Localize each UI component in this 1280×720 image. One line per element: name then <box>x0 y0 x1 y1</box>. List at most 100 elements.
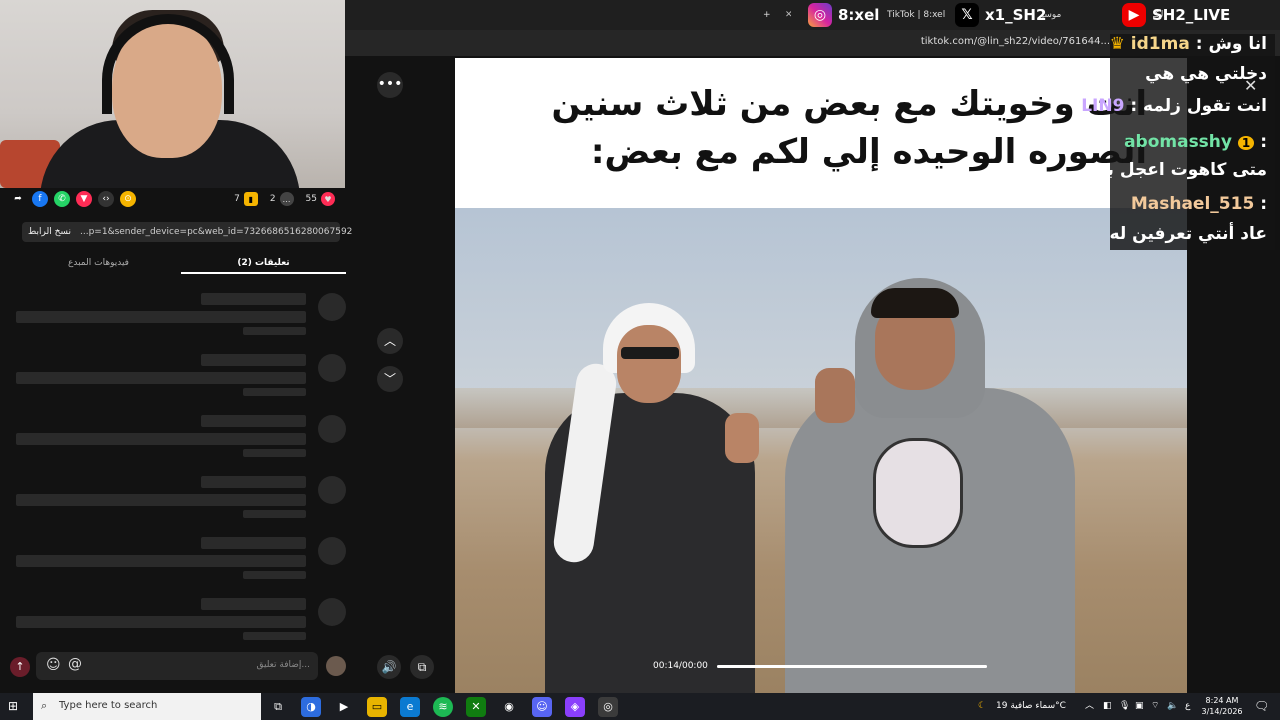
emoji-icon[interactable]: ☺ <box>46 657 61 673</box>
mention-icon[interactable]: @ <box>68 656 82 672</box>
share-icon[interactable]: ➦ <box>10 191 26 207</box>
caption-line-1: انت وخويتك مع بعض من ثلاث سنين <box>551 84 1148 124</box>
volume-button[interactable]: 🔊 <box>377 655 401 679</box>
taskbar-search[interactable]: ⌕ Type here to search <box>33 693 261 720</box>
tab-creator-videos[interactable]: فيديوهات المبدع <box>16 254 181 272</box>
mic-icon[interactable]: 🎙 <box>1119 693 1130 720</box>
spotify-icon[interactable]: ≋ <box>433 697 453 717</box>
app-icon[interactable]: ◈ <box>565 697 585 717</box>
video-caption: انت وخويتك مع بعض من ثلاث سنين الصوره ال… <box>455 58 1187 208</box>
person-right <box>785 278 1075 693</box>
x-handle: 𝕏 x1_SH2 <box>955 2 1046 28</box>
language-indicator[interactable]: ع <box>1185 693 1190 720</box>
task-view-icon[interactable]: ⧉ <box>268 697 288 717</box>
more-options-button[interactable]: ••• <box>377 72 403 98</box>
previous-video-button[interactable]: ︿ <box>377 328 403 354</box>
volume-icon[interactable]: 🔈 <box>1167 693 1178 720</box>
comments-count: 2 <box>269 194 276 204</box>
chat-message: متى كاهوت اعجل بس <box>1083 160 1268 180</box>
person-left <box>525 303 765 693</box>
edge-icon[interactable]: e <box>400 697 420 717</box>
comment-skeleton <box>16 537 346 587</box>
whatsapp-icon[interactable]: ✆ <box>54 191 70 207</box>
video-frame[interactable]: انت وخويتك مع بعض من ثلاث سنين الصوره ال… <box>455 58 1187 693</box>
tab-comments[interactable]: تعليقات (2) <box>181 254 346 274</box>
moon-icon: ☾ <box>978 701 987 711</box>
comment-bar: ↑ ☺ @ إضافة تعليق... <box>0 650 365 683</box>
discord-icon[interactable]: ☺ <box>532 697 552 717</box>
clock-time: 8:24 AM <box>1205 696 1239 705</box>
post-comment-button[interactable]: ↑ <box>10 657 30 677</box>
tab-new[interactable]: + <box>763 4 771 26</box>
tab-close-icon[interactable]: ✕ <box>785 4 791 26</box>
picture-in-picture-button[interactable]: ⧉ <box>410 655 434 679</box>
youtube-label: SH2_LIVE <box>1152 6 1231 24</box>
chat-message: عاد أنتي تعرفين له <box>1109 224 1267 244</box>
screen: + ✕ TikTok | 8:xel موسيـ الكـ tiktok.com… <box>0 0 1280 720</box>
heart-icon[interactable]: ♥ <box>321 192 335 206</box>
search-icon: ⌕ <box>41 699 48 712</box>
camera-icon[interactable]: ▣ <box>1135 693 1144 720</box>
clock-date: 3/14/2026 <box>1201 707 1243 716</box>
comment-placeholder: إضافة تعليق... <box>256 660 310 670</box>
comments-stat[interactable]: 2 … <box>270 192 294 206</box>
share-link-box: نسخ الرابط ...p=1&sender_device=pc&web_i… <box>22 222 352 242</box>
notification-icon[interactable]: 🗨 <box>1254 693 1269 720</box>
avatar <box>326 656 346 676</box>
comment-icon[interactable]: … <box>279 192 294 206</box>
chrome-icon[interactable]: ◎ <box>598 697 618 717</box>
link-icon[interactable]: ⊙ <box>120 191 136 207</box>
comments-panel: ➦ f ✆ ▼ ‹› ⊙ 7 ▮ 2 … 55 ♥ نسخ الرابط ...… <box>0 188 365 693</box>
taskbar-clock[interactable]: 8:24 AM 3/14/2026 <box>1200 695 1244 717</box>
caption-line-2: الصوره الوحيده إلي لكم مع بعض: <box>590 132 1147 172</box>
tab-tiktok[interactable]: TikTok | 8:xel <box>887 4 947 26</box>
badge-icon: 1 <box>1237 136 1255 150</box>
instagram-handle: ◎ 8:xel <box>808 2 879 28</box>
bookmark-icon[interactable]: ▮ <box>243 192 258 206</box>
app-tray-icon[interactable]: ◧ <box>1103 693 1112 720</box>
saves-stat[interactable]: 7 ▮ <box>234 192 258 206</box>
likes-stat[interactable]: 55 ♥ <box>306 192 335 206</box>
comment-skeleton <box>16 293 346 343</box>
saves-count: 7 <box>234 194 240 204</box>
copilot-icon[interactable]: ◑ <box>301 697 321 717</box>
webcam-feed <box>0 0 345 188</box>
likes-count: 55 <box>305 194 317 204</box>
send-icon[interactable]: ▼ <box>76 191 92 207</box>
progress-bar[interactable] <box>717 665 987 668</box>
video-photo <box>455 208 1187 693</box>
windows-start-icon[interactable]: ⊞ <box>8 699 22 713</box>
chat-overlay: انا وش : id1ma ♛ دخلتي هي هي انت تقول زل… <box>1081 34 1275 250</box>
xbox-icon[interactable]: ✕ <box>466 697 486 717</box>
comment-skeleton <box>16 476 346 526</box>
comment-skeleton <box>16 415 346 465</box>
play-store-icon[interactable]: ▶ <box>334 697 354 717</box>
chat-message: : Mashael_515 <box>1130 194 1267 214</box>
chat-message: : abomasshy 1 <box>1124 132 1267 152</box>
chat-message: انت تقول زلمه : LIN9 <box>1081 96 1267 116</box>
share-link-text: ...p=1&sender_device=pc&web_id=732668651… <box>80 227 353 237</box>
file-explorer-icon[interactable]: ▭ <box>367 697 387 717</box>
chat-message: انا وش : id1ma ♛ <box>1109 34 1267 54</box>
url-text[interactable]: tiktok.com/@lin_sh22/video/761644... <box>921 36 1110 47</box>
comment-skeleton <box>16 354 346 404</box>
next-video-button[interactable]: ﹀ <box>377 366 403 392</box>
comment-skeleton <box>16 598 346 648</box>
x-icon: 𝕏 <box>955 3 979 27</box>
instagram-label: 8:xel <box>838 6 880 24</box>
embed-icon[interactable]: ‹› <box>98 191 114 207</box>
progress-fill <box>717 665 987 668</box>
x-label: x1_SH2 <box>985 6 1047 24</box>
comment-input[interactable]: ☺ @ إضافة تعليق... <box>36 652 318 680</box>
wifi-icon[interactable]: ⌔ <box>1151 693 1159 720</box>
obs-icon[interactable]: ◉ <box>499 697 519 717</box>
weather-text[interactable]: سماء صافية 19°C <box>996 693 1066 720</box>
youtube-handle: ▶ SH2_LIVE <box>1122 2 1230 28</box>
action-row: ➦ f ✆ ▼ ‹› ⊙ 7 ▮ 2 … 55 ♥ <box>0 188 345 210</box>
chevron-up-icon[interactable]: ︿ <box>1085 693 1094 720</box>
copy-link-button[interactable]: نسخ الرابط <box>28 222 71 242</box>
comments-tabs: فيديوهات المبدع تعليقات (2) <box>0 254 346 276</box>
close-icon[interactable]: ✕ <box>1244 76 1257 95</box>
video-time: 00:14/00:00 <box>653 661 708 671</box>
facebook-icon[interactable]: f <box>32 191 48 207</box>
